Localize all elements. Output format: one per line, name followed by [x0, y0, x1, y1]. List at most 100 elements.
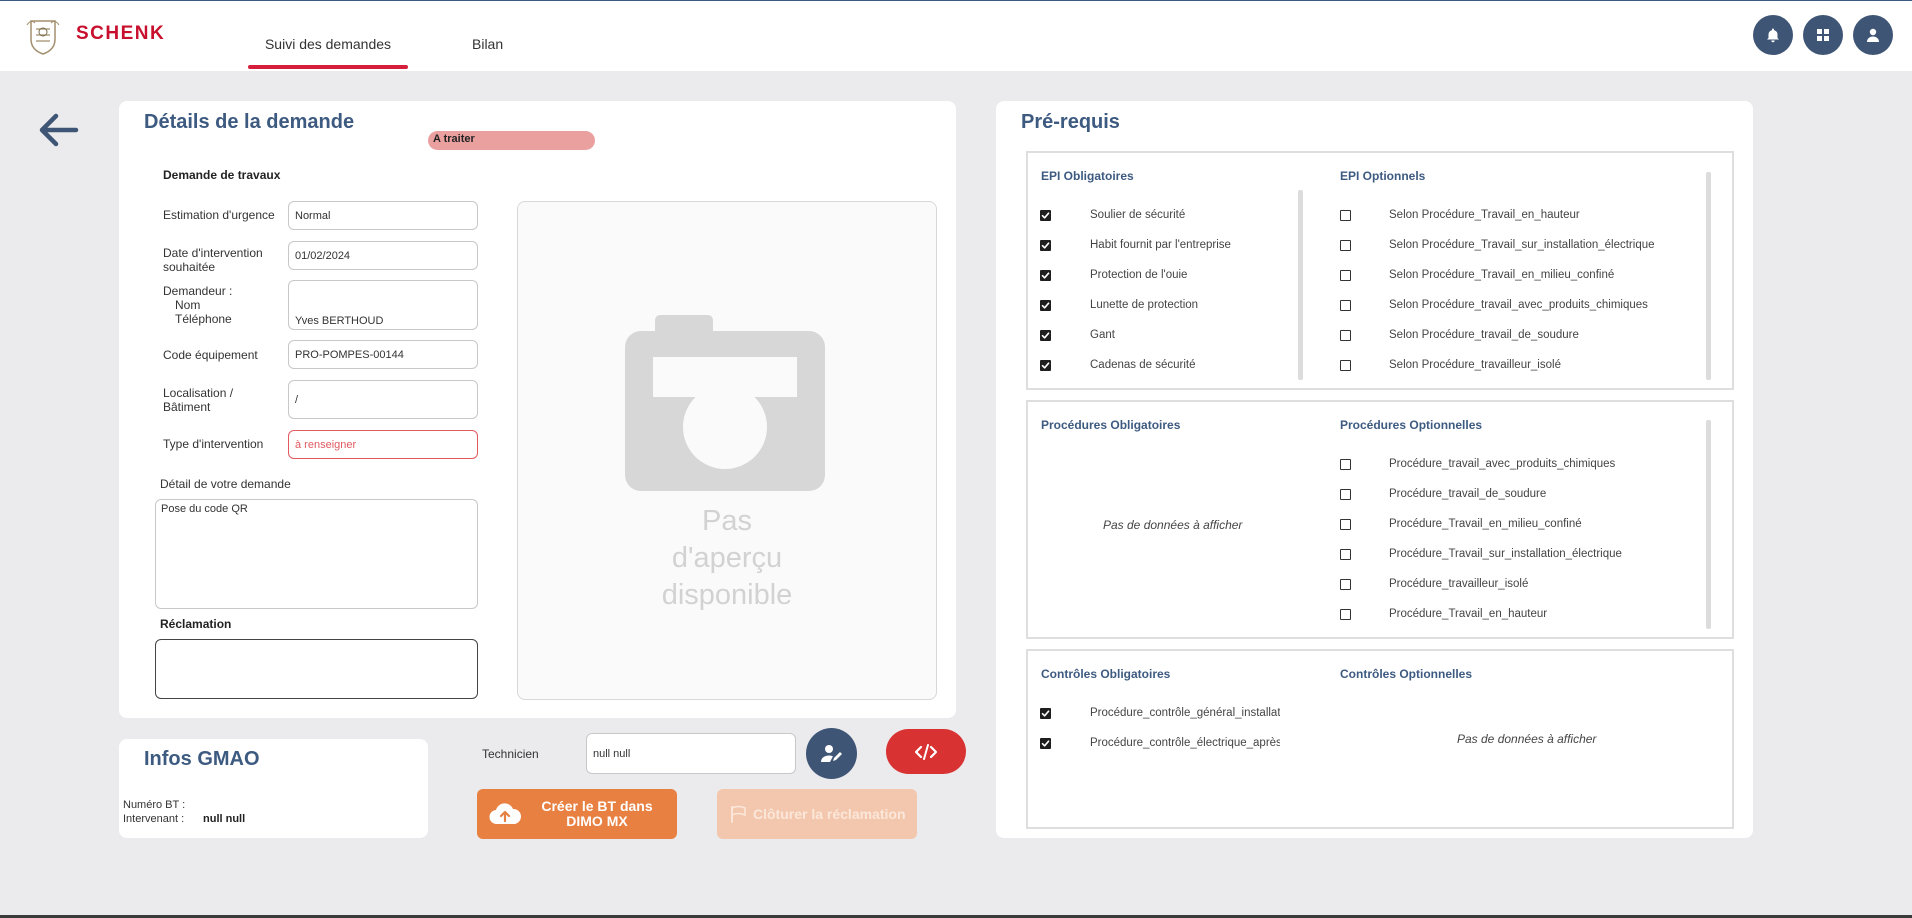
check-icon: [1041, 242, 1050, 249]
epi-obligatoires-title: EPI Obligatoires: [1041, 169, 1134, 183]
epi-optionnels-item: Selon Procédure_Travail_en_hauteur: [1389, 209, 1580, 221]
procedures-optionnelles-checkbox[interactable]: [1340, 519, 1351, 530]
nom-label: Nom: [175, 298, 201, 312]
apps-grid-button[interactable]: [1803, 15, 1843, 55]
epi-obligatoires-scrollbar[interactable]: [1298, 190, 1303, 380]
type-intervention-input[interactable]: à renseigner: [288, 430, 478, 459]
tab-bilan[interactable]: Bilan: [472, 36, 503, 52]
procedures-optionnelles-checkbox[interactable]: [1340, 609, 1351, 620]
controles-optionnels-empty: Pas de données à afficher: [1457, 732, 1597, 746]
controles-obligatoires-checkbox[interactable]: [1040, 708, 1051, 719]
demandeur-label: Demandeur : Nom Téléphone: [163, 284, 232, 326]
reclamation-label: Réclamation: [160, 617, 232, 631]
controles-obligatoires-checkbox[interactable]: [1040, 738, 1051, 749]
procedures-optionnelles-checkbox[interactable]: [1340, 459, 1351, 470]
check-icon: [1041, 332, 1050, 339]
epi-obligatoires-checkbox[interactable]: [1040, 330, 1051, 341]
epi-optionnels-item: Selon Procédure_travailleur_isolé: [1389, 359, 1561, 371]
epi-optionnels-checkbox[interactable]: [1340, 240, 1351, 251]
create-bt-label: Créer le BT dans DIMO MX: [541, 798, 653, 829]
gmao-title: Infos GMAO: [144, 748, 260, 770]
code-equipement-label: Code équipement: [163, 348, 258, 362]
epi-obligatoires-item: Habit fournit par l'entreprise: [1090, 239, 1231, 251]
localisation-label: Localisation / Bâtiment: [163, 386, 234, 414]
close-reclamation-label: Clôturer la réclamation: [753, 806, 906, 822]
status-badge: A traiter: [428, 131, 595, 150]
technicien-input[interactable]: null null: [586, 733, 796, 774]
procedures-optionnelles-scrollbar[interactable]: [1706, 420, 1711, 629]
epi-obligatoires-item: Protection de l'ouie: [1090, 269, 1188, 281]
epi-obligatoires-checkbox[interactable]: [1040, 240, 1051, 251]
demande-travaux-heading: Demande de travaux: [163, 168, 281, 182]
epi-obligatoires-item: Lunette de protection: [1090, 299, 1199, 311]
epi-optionnels-item: Selon Procédure_travail_avec_produits_ch…: [1389, 299, 1648, 311]
check-icon: [1041, 740, 1050, 747]
detail-demande-textarea[interactable]: Pose du code QR: [155, 499, 478, 609]
controles-obligatoires-item: Procédure_contrôle_général_installat: [1090, 707, 1280, 719]
type-intervention-label: Type d'intervention: [163, 437, 264, 451]
epi-optionnels-title: EPI Optionnels: [1340, 169, 1426, 183]
epi-optionnels-item: Selon Procédure_Travail_sur_installation…: [1389, 239, 1655, 251]
user-icon: [1867, 28, 1879, 42]
epi-obligatoires-item: Gant: [1090, 329, 1115, 341]
user-profile-button[interactable]: [1853, 15, 1893, 55]
procedures-optionnelles-checkbox[interactable]: [1340, 489, 1351, 500]
epi-obligatoires-item: Cadenas de sécurité: [1090, 359, 1196, 371]
bell-icon: [1767, 28, 1779, 43]
epi-obligatoires-checkbox[interactable]: [1040, 270, 1051, 281]
cloud-upload-icon: [489, 803, 521, 825]
flag-icon: [731, 805, 746, 823]
epi-optionnels-checkbox[interactable]: [1340, 360, 1351, 371]
controles-obligatoires-item: Procédure_contrôle_électrique_après: [1090, 737, 1280, 749]
back-arrow-icon[interactable]: [36, 110, 80, 150]
localisation-input[interactable]: /: [288, 380, 478, 419]
create-bt-button[interactable]: Créer le BT dans DIMO MX: [477, 789, 677, 839]
procedures-optionnelles-item: Procédure_Travail_en_milieu_confiné: [1389, 518, 1582, 530]
intervenant-value: null null: [203, 813, 246, 825]
procedures-obligatoires-title: Procédures Obligatoires: [1041, 418, 1181, 432]
procedures-optionnelles-checkbox[interactable]: [1340, 579, 1351, 590]
procedures-obligatoires-empty: Pas de données à afficher: [1103, 518, 1243, 532]
logo-crest-icon[interactable]: [25, 17, 61, 55]
check-icon: [1041, 710, 1050, 717]
epi-optionnels-scrollbar[interactable]: [1706, 172, 1711, 380]
user-edit-icon: [820, 744, 842, 762]
demandeur-input[interactable]: Yves BERTHOUD: [288, 280, 478, 330]
procedures-optionnelles-checkbox[interactable]: [1340, 549, 1351, 560]
telephone-label: Téléphone: [175, 312, 232, 326]
epi-obligatoires-checkbox[interactable]: [1040, 210, 1051, 221]
brand-logo[interactable]: SCHENK: [76, 23, 165, 45]
date-intervention-input[interactable]: 01/02/2024: [288, 241, 478, 270]
no-preview-label: Pas d'aperçu disponible: [661, 505, 793, 611]
check-icon: [1041, 212, 1050, 219]
epi-optionnels-checkbox[interactable]: [1340, 330, 1351, 341]
prerequis-title: Pré-requis: [1021, 111, 1120, 133]
procedures-optionnelles-item: Procédure_travail_de_soudure: [1389, 488, 1547, 500]
demandeur-label-line: Demandeur :: [163, 284, 233, 298]
procedures-optionnelles-item: Procédure_travailleur_isolé: [1389, 578, 1529, 590]
code-button[interactable]: [886, 729, 966, 774]
close-reclamation-button[interactable]: Clôturer la réclamation: [717, 789, 917, 839]
procedures-optionnelles-item: Procédure_Travail_sur_installation_élect…: [1389, 548, 1622, 560]
notifications-button[interactable]: [1753, 15, 1793, 55]
epi-optionnels-checkbox[interactable]: [1340, 300, 1351, 311]
procedures-optionnelles-title: Procédures Optionnelles: [1340, 418, 1483, 432]
epi-obligatoires-checkbox[interactable]: [1040, 300, 1051, 311]
urgence-label: Estimation d'urgence: [163, 208, 275, 222]
epi-obligatoires-checkbox[interactable]: [1040, 360, 1051, 371]
no-preview-text: Pas d'aperçu disponible: [517, 503, 937, 614]
procedures-optionnelles-item: Procédure_travail_avec_produits_chimique…: [1389, 458, 1616, 470]
code-equipement-input[interactable]: PRO-POMPES-00144: [288, 340, 478, 369]
procedures-optionnelles-item: Procédure_Travail_en_hauteur: [1389, 608, 1548, 620]
epi-optionnels-checkbox[interactable]: [1340, 210, 1351, 221]
epi-optionnels-checkbox[interactable]: [1340, 270, 1351, 281]
epi-optionnels-item: Selon Procédure_travail_de_soudure: [1389, 329, 1579, 341]
reclamation-textarea[interactable]: [155, 639, 478, 699]
date-intervention-label: Date d'intervention souhaitée: [163, 246, 263, 274]
controles-optionnels-title: Contrôles Optionnelles: [1340, 667, 1473, 681]
urgence-input[interactable]: Normal: [288, 201, 478, 230]
numero-bt-label: Numéro BT :: [123, 799, 186, 811]
assign-technician-button[interactable]: [806, 728, 857, 779]
check-icon: [1041, 272, 1050, 279]
detail-demande-label: Détail de votre demande: [160, 477, 291, 491]
